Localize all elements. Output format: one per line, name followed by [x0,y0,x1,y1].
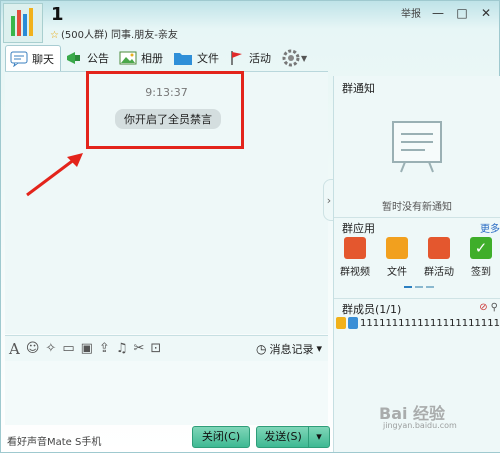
tab-activity-label: 活动 [249,52,271,65]
flag-icon [428,237,450,259]
page-dot [426,286,434,288]
watermark-url: jingyan.baidu.com [383,421,457,430]
apps-header: 群应用 更多 [334,217,500,236]
app-group-video[interactable]: 群视频 [336,237,374,278]
app-label: 文件 [387,267,407,278]
maximize-button[interactable]: □ [455,6,469,20]
page-dot [404,286,412,288]
apps-page-indicator[interactable] [404,286,434,288]
chat-icon [10,51,28,67]
apps-title: 群应用 [342,222,375,235]
emoji-icon[interactable]: ☺ [26,336,40,362]
send-button[interactable]: 发送(S) [256,426,310,448]
group-avatar[interactable] [3,3,43,43]
message-history-button[interactable]: ◷ 消息记录 ▾ [256,341,322,357]
notice-title: 群通知 [342,82,375,95]
status-text: 看好声音Mate S手机 [7,437,102,448]
annotation-arrow [26,153,83,197]
group-subtitle: ☆ (500人群) 同事.朋友-亲友 [50,26,178,41]
member-row[interactable]: 1111111111111111111111 [336,317,500,329]
flag-icon [231,51,242,65]
owner-icon [336,317,346,329]
no-notice-text: 暂时没有新通知 [382,202,452,213]
tab-chat[interactable]: 聊天 [5,44,61,72]
star-icon: ☆ [50,30,59,41]
magic-icon[interactable]: ✧ [45,336,56,362]
app-label: 群活动 [424,267,454,278]
avatar [348,317,358,329]
chevron-down-icon: ▾ [316,342,322,355]
more-tools-icon[interactable]: ⊡ [150,336,161,362]
minimize-button[interactable]: — [431,6,445,20]
settings-menu[interactable]: ▼ [277,48,311,68]
clock-icon: ◷ [255,341,267,356]
notice-board-icon [392,121,442,173]
right-panel: 群通知 暂时没有新通知 群应用 更多 群视频 文件 群活动 ✓ 签到 群成员(1… [333,76,500,452]
search-icon[interactable]: ⚲ [491,302,498,313]
font-icon[interactable]: A [9,336,20,362]
no-disturb-icon[interactable]: ⊘ [479,302,487,313]
input-toolbar: A ☺ ✧ ▭ ▣ ⇪ ♫ ✂ ⊡ ◷ 消息记录 ▾ [5,335,328,361]
close-window-button[interactable]: ✕ [479,6,493,20]
apps-list: 群视频 文件 群活动 ✓ 签到 [336,237,500,278]
member-name: 1111111111111111111111 [360,317,500,329]
tab-chat-label: 聊天 [32,52,54,66]
app-check-in[interactable]: ✓ 签到 [462,237,500,278]
members-header: 群成员(1/1) ⊘ ⚲ [334,298,500,317]
checkmark-icon: ✓ [470,237,492,259]
gear-icon [282,49,300,67]
message-input[interactable] [5,361,328,425]
highlight-box [86,71,244,149]
folder-icon [174,53,192,65]
music-icon[interactable]: ♫ [116,336,128,362]
tab-album[interactable]: 相册 [115,45,169,71]
chevron-down-icon: ▼ [301,53,308,63]
album-icon [119,51,137,65]
app-group-activity[interactable]: 群活动 [420,237,458,278]
upload-icon[interactable]: ⇪ [99,336,110,362]
qq-group-chat-window: 1 ☆ (500人群) 同事.朋友-亲友 举报 — □ ✕ 聊天 公告 相册 文件… [0,0,500,453]
close-button[interactable]: 关闭(C) [192,426,250,448]
tab-files[interactable]: 文件 [169,45,225,71]
tab-album-label: 相册 [141,52,163,65]
send-options-dropdown[interactable]: ▾ [308,426,330,448]
tab-files-label: 文件 [197,52,219,65]
group-subtitle-text: (500人群) 同事.朋友-亲友 [60,30,178,41]
page-dot [415,286,423,288]
title-actions: 举报 — □ ✕ [401,5,493,21]
notice-section: 暂时没有新通知 [334,98,500,218]
app-label: 群视频 [340,267,370,278]
message-history-label: 消息记录 [269,342,314,356]
video-camera-icon [344,237,366,259]
group-toolbar: 聊天 公告 相册 文件 活动 ▼ [5,44,311,72]
screenshot-icon[interactable]: ✂ [133,336,144,362]
report-link[interactable]: 举报 [401,5,421,20]
app-files[interactable]: 文件 [378,237,416,278]
more-apps-link[interactable]: 更多 [480,220,500,235]
video-icon[interactable]: ▭ [62,336,74,362]
tab-activity[interactable]: 活动 [225,45,277,71]
announcement-icon [67,52,80,64]
chevron-right-icon: › [326,193,332,207]
tab-announcement[interactable]: 公告 [61,45,115,71]
member-tools: ⊘ ⚲ [479,302,498,313]
group-name: 1 [51,4,64,25]
image-icon[interactable]: ▣ [81,336,93,362]
tab-announcement-label: 公告 [87,52,109,65]
app-label: 签到 [471,267,491,278]
folder-icon [386,237,408,259]
